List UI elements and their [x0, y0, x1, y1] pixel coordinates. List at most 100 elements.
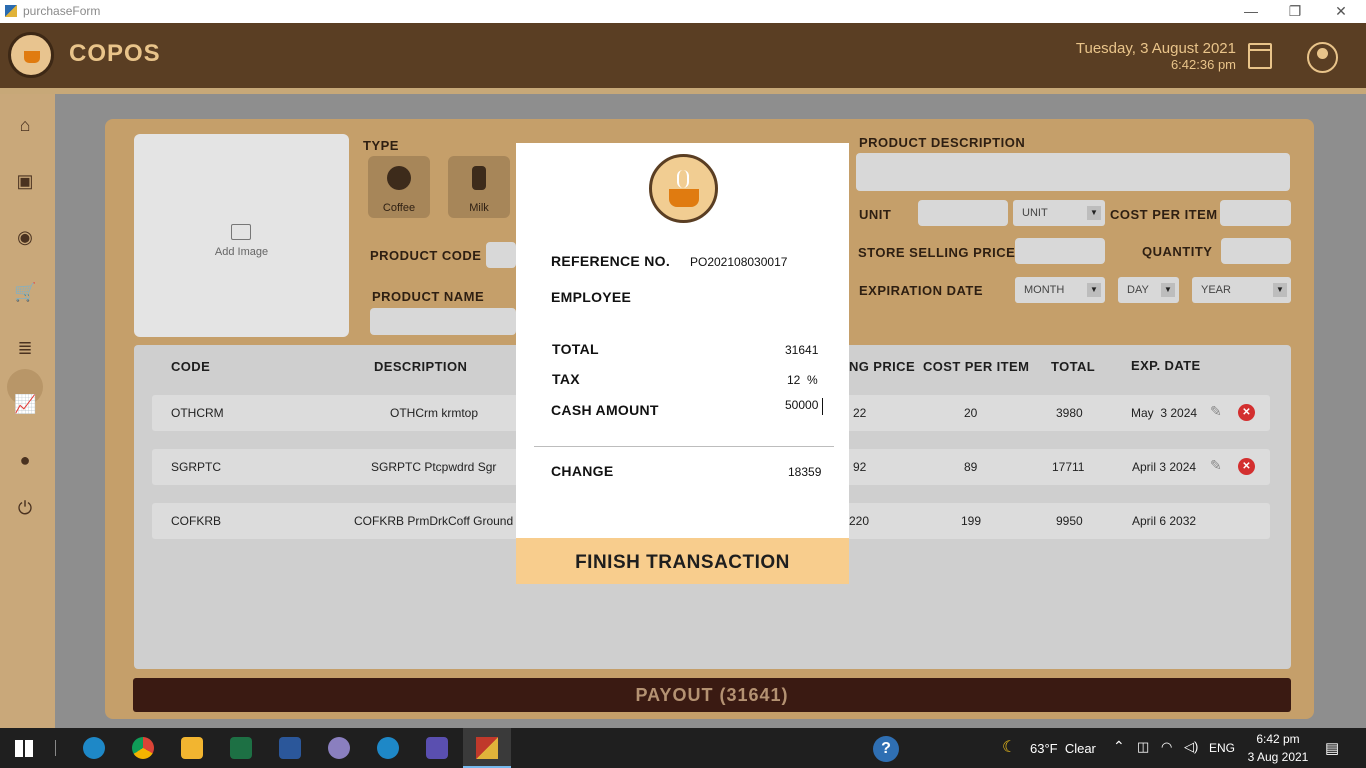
user-icon[interactable]: ●: [14, 449, 36, 471]
wifi-icon[interactable]: ◠: [1161, 739, 1172, 755]
volume-icon[interactable]: ◁): [1184, 739, 1198, 755]
window-title: purchaseForm: [23, 4, 101, 18]
list-icon[interactable]: ≣: [14, 337, 36, 359]
product-name-input[interactable]: [370, 308, 516, 335]
windows-start-icon[interactable]: [15, 740, 33, 757]
row-price: 220: [849, 514, 870, 528]
taskbar-date[interactable]: 3 Aug 2021: [1242, 750, 1314, 764]
coffee-bean-icon: [387, 166, 411, 190]
add-image-box[interactable]: Add Image: [134, 134, 349, 337]
unit-select[interactable]: UNIT ▼: [1013, 200, 1105, 226]
month-select[interactable]: MONTH ▼: [1015, 277, 1105, 303]
delete-icon[interactable]: ✕: [1238, 458, 1255, 475]
edge-dev-icon[interactable]: [377, 737, 399, 759]
store-selling-price-input[interactable]: [1015, 238, 1105, 264]
notifications-icon[interactable]: ▤: [1325, 739, 1339, 757]
calendar-icon[interactable]: [1248, 43, 1272, 69]
month-select-value: MONTH: [1024, 284, 1065, 296]
cart-icon[interactable]: 🛒: [14, 281, 36, 303]
product-code-input[interactable]: [486, 242, 516, 268]
edge-icon[interactable]: [83, 737, 105, 759]
taskbar-time[interactable]: 6:42 pm: [1242, 732, 1314, 746]
word-icon[interactable]: [279, 737, 301, 759]
help-icon[interactable]: ?: [873, 736, 899, 762]
paint-icon[interactable]: [328, 737, 350, 759]
cash-amount-label: CASH AMOUNT: [551, 402, 659, 418]
delete-icon[interactable]: ✕: [1238, 404, 1255, 421]
chevron-down-icon: ▼: [1087, 206, 1101, 220]
cash-amount-input[interactable]: 50000: [785, 398, 823, 415]
file-explorer-icon[interactable]: [181, 737, 203, 759]
unit-label: UNIT: [859, 207, 892, 222]
row-total: 3980: [1056, 406, 1083, 420]
user-profile-icon[interactable]: [1307, 42, 1338, 73]
row-price: 22: [853, 406, 867, 420]
power-icon[interactable]: ⏻: [14, 497, 36, 519]
row-exp-date: May 3 2024: [1131, 406, 1198, 420]
row-exp-date: April 3 2024: [1132, 460, 1197, 474]
coin-icon[interactable]: ◉: [14, 226, 36, 248]
expiration-date-label: EXPIRATION DATE: [859, 283, 984, 298]
total-label: TOTAL: [552, 341, 599, 357]
type-milk-button[interactable]: Milk: [448, 156, 510, 218]
type-label: TYPE: [363, 138, 399, 153]
row-code: COFKRB: [171, 514, 222, 528]
windows-taskbar: ? ☾ 63°F Clear ⌃ ◫ ◠ ◁) ENG 6:42 pm 3 Au…: [0, 728, 1366, 768]
column-header-price: NG PRICE: [849, 359, 916, 374]
home-icon[interactable]: ⌂: [14, 114, 36, 136]
reference-no-label: REFERENCE NO.: [551, 253, 671, 269]
unit-input[interactable]: [918, 200, 1008, 226]
change-value: 18359: [788, 465, 822, 479]
column-header-total: TOTAL: [1051, 359, 1096, 374]
row-price: 92: [853, 460, 867, 474]
payout-button[interactable]: PAYOUT (31641): [133, 678, 1291, 712]
row-cost: 20: [964, 406, 978, 420]
modal-divider: [534, 446, 834, 447]
row-cost: 199: [961, 514, 982, 528]
active-app-button[interactable]: [463, 728, 511, 768]
chart-icon[interactable]: 📈: [14, 393, 36, 415]
cost-per-item-input[interactable]: [1220, 200, 1291, 226]
row-total: 17711: [1052, 460, 1085, 474]
finish-transaction-button[interactable]: FINISH TRANSACTION: [516, 538, 849, 584]
day-select[interactable]: DAY ▼: [1118, 277, 1179, 303]
column-header-exp-date: EXP. DATE: [1131, 358, 1201, 373]
window-title-bar: purchaseForm — ❐ ✕: [0, 0, 1366, 23]
product-name-label: PRODUCT NAME: [372, 289, 485, 304]
weather-text[interactable]: 63°F Clear: [1030, 741, 1096, 756]
store-selling-price-label: STORE SELLING PRICE: [858, 245, 1016, 260]
year-select[interactable]: YEAR ▼: [1192, 277, 1291, 303]
box-icon[interactable]: ▣: [14, 170, 36, 192]
type-coffee-button[interactable]: Coffee: [368, 156, 430, 218]
chevron-down-icon: ▼: [1273, 283, 1287, 297]
row-total: 9950: [1056, 514, 1083, 528]
cup-icon: [24, 51, 40, 63]
pencil-edit-icon[interactable]: ✎: [1210, 457, 1222, 474]
unit-select-value: UNIT: [1022, 207, 1048, 219]
excel-icon[interactable]: [230, 737, 252, 759]
steam-icon: [677, 170, 689, 188]
header-date: Tuesday, 3 August 2021: [1075, 40, 1236, 57]
tax-label: TAX: [552, 371, 580, 387]
purchase-form-app-icon: [476, 737, 498, 759]
row-exp-date: April 6 2032: [1132, 514, 1197, 528]
type-coffee-label: Coffee: [382, 202, 416, 214]
product-code-label: PRODUCT CODE: [370, 248, 482, 263]
product-description-input[interactable]: [856, 153, 1290, 191]
restore-button[interactable]: ❐: [1272, 2, 1318, 21]
row-description: OTHCrm krmtop: [390, 406, 478, 420]
chevron-up-icon[interactable]: ⌃: [1113, 738, 1125, 755]
column-header-code: CODE: [171, 359, 211, 374]
type-milk-label: Milk: [469, 202, 489, 214]
product-description-label: PRODUCT DESCRIPTION: [859, 135, 1026, 150]
language-indicator[interactable]: ENG: [1209, 741, 1235, 755]
visual-studio-icon[interactable]: [426, 737, 448, 759]
network-icon[interactable]: ◫: [1137, 739, 1149, 755]
minimize-button[interactable]: —: [1228, 2, 1274, 21]
app-window-icon: [5, 5, 17, 17]
close-button[interactable]: ✕: [1318, 2, 1364, 21]
pencil-edit-icon[interactable]: ✎: [1210, 403, 1222, 420]
chrome-icon[interactable]: [132, 737, 154, 759]
quantity-input[interactable]: [1221, 238, 1291, 264]
add-image-icon: [231, 224, 251, 240]
